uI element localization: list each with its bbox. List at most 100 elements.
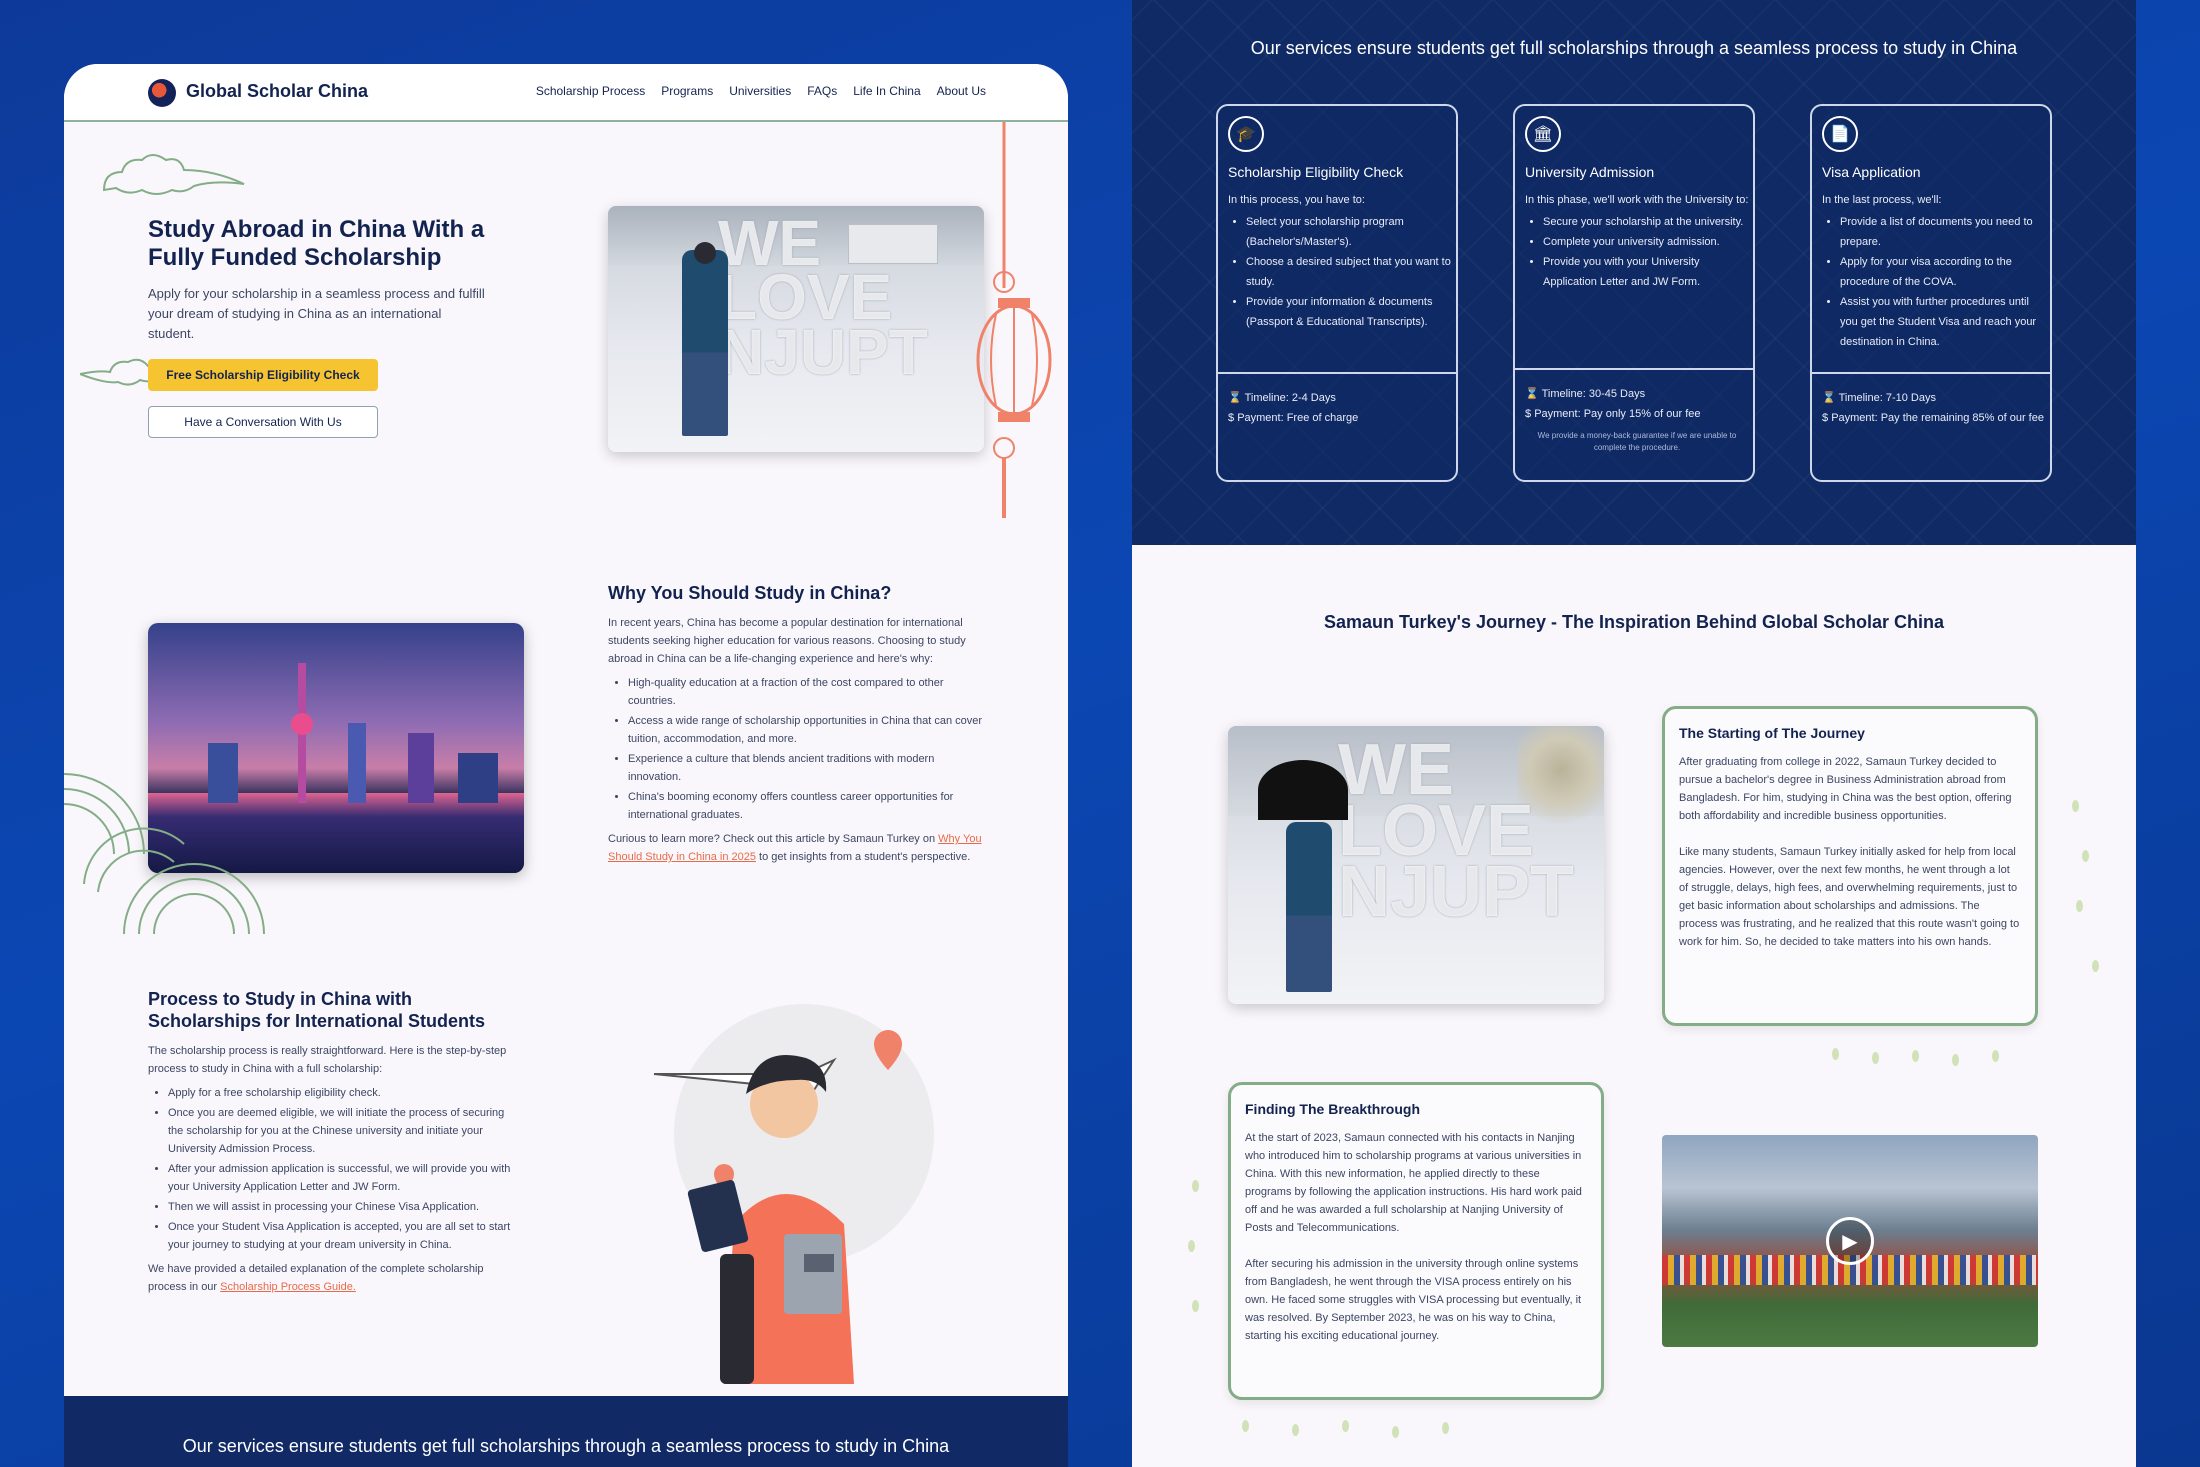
process-guide-link[interactable]: Scholarship Process Guide.: [220, 1281, 356, 1293]
card-meta: ⌛ Timeline: 30-45 Days $ Payment: Pay on…: [1525, 384, 1749, 454]
card-body: In this phase, we'll work with the Unive…: [1525, 190, 1749, 292]
paragraph: At the start of 2023, Samaun connected w…: [1245, 1132, 1582, 1234]
leaf-ornament-icon: [1832, 1048, 1839, 1060]
journey-breakthrough-card: Finding The Breakthrough At the start of…: [1228, 1082, 1604, 1400]
payment-text: Payment: Pay the remaining 85% of our fe…: [1831, 412, 2044, 424]
nav-universities[interactable]: Universities: [729, 84, 791, 98]
leaf-ornament-icon: [1192, 1300, 1199, 1312]
journey-video[interactable]: ▶: [1662, 1135, 2038, 1347]
service-card-admission: 🏛 University Admission In this phase, we…: [1513, 104, 1755, 482]
nav-about-us[interactable]: About Us: [937, 84, 986, 98]
process-body: The scholarship process is really straig…: [148, 1042, 518, 1296]
dollar-icon: $: [1228, 412, 1238, 424]
list-item: Access a wide range of scholarship oppor…: [628, 712, 988, 748]
why-bullet-list: High-quality education at a fraction of …: [628, 674, 988, 824]
nav-programs[interactable]: Programs: [661, 84, 713, 98]
list-item: Select your scholarship program (Bachelo…: [1246, 212, 1452, 252]
list-item: Secure your scholarship at the universit…: [1543, 212, 1749, 232]
brand-name[interactable]: Global Scholar China: [186, 81, 368, 102]
services-banner-text: Our services ensure students get full sc…: [182, 1436, 950, 1456]
list-item: Once your Student Visa Application is ac…: [168, 1218, 518, 1254]
home-page-panel: Global Scholar China Scholarship Process…: [64, 64, 1068, 1467]
journey-photo: WE LOVE NJUPT: [1228, 726, 1604, 1004]
card-meta: ⌛ Timeline: 7-10 Days $ Payment: Pay the…: [1822, 388, 2046, 428]
journey-title: Samaun Turkey's Journey - The Inspiratio…: [1323, 612, 1945, 632]
lantern-icon: [976, 122, 1052, 518]
dollar-icon: $: [1525, 408, 1535, 420]
list-item: After your admission application is succ…: [168, 1160, 518, 1196]
hourglass-icon: ⌛: [1228, 392, 1245, 404]
card-title: University Admission: [1525, 164, 1655, 180]
leaf-ornament-icon: [2072, 800, 2079, 812]
list-item: Experience a culture that blends ancient…: [628, 750, 988, 786]
leaf-ornament-icon: [1872, 1052, 1879, 1064]
documents-icon: 📄: [1822, 116, 1858, 152]
top-navbar: Global Scholar China Scholarship Process…: [64, 64, 1068, 122]
why-study-body: In recent years, China has become a popu…: [608, 614, 988, 866]
money-back-note: We provide a money-back guarantee if we …: [1537, 431, 1737, 452]
card-body: In this process, you have to: Select you…: [1228, 190, 1452, 332]
nav-life-in-china[interactable]: Life In China: [853, 84, 920, 98]
dollar-icon: $: [1822, 412, 1832, 424]
card-title: Scholarship Eligibility Check: [1228, 164, 1404, 180]
card-bullet-list: Secure your scholarship at the universit…: [1543, 212, 1749, 292]
process-title: Process to Study in China with Scholarsh…: [148, 989, 486, 1031]
main-menu: Scholarship Process Programs Universitie…: [536, 84, 986, 98]
timeline-text: Timeline: 7-10 Days: [1838, 392, 1936, 404]
service-card-visa: 📄 Visa Application In the last process, …: [1810, 104, 2052, 482]
timeline-text: Timeline: 2-4 Days: [1244, 392, 1336, 404]
nav-faqs[interactable]: FAQs: [807, 84, 837, 98]
list-item: Provide a list of documents you need to …: [1840, 212, 2046, 252]
card-title: The Starting of The Journey: [1679, 725, 1865, 741]
why-study-title: Why You Should Study in China?: [608, 583, 892, 603]
hero-title: Study Abroad in China With a Fully Funde…: [148, 216, 485, 271]
play-icon[interactable]: ▶: [1826, 1217, 1874, 1265]
graduation-cap-icon: 🎓: [1228, 116, 1264, 152]
process-intro: The scholarship process is really straig…: [148, 1045, 507, 1075]
why-intro: In recent years, China has become a popu…: [608, 617, 966, 665]
card-timeline: ⌛ Timeline: 30-45 Days: [1525, 384, 1749, 404]
card-intro: In this phase, we'll work with the Unive…: [1525, 194, 1749, 206]
hero-photo: WE LOVE NJUPT: [608, 206, 984, 452]
hero-lead: Apply for your scholarship in a seamless…: [148, 286, 485, 341]
card-bullet-list: Provide a list of documents you need to …: [1840, 212, 2046, 352]
card-bullet-list: Select your scholarship program (Bachelo…: [1246, 212, 1452, 332]
card-payment: $ Payment: Free of charge: [1228, 408, 1452, 428]
hourglass-icon: ⌛: [1822, 392, 1839, 404]
conversation-button[interactable]: Have a Conversation With Us: [148, 406, 378, 438]
card-meta: ⌛ Timeline: 2-4 Days $ Payment: Free of …: [1228, 388, 1452, 428]
process-outro: We have provided a detailed explanation …: [148, 1260, 518, 1296]
why-outro: Curious to learn more? Check out this ar…: [608, 830, 988, 866]
wave-ornament-icon: [64, 773, 265, 935]
leaf-ornament-icon: [1952, 1054, 1959, 1066]
paragraph: After graduating from college in 2022, S…: [1679, 756, 2012, 822]
list-item: Provide your information & documents (Pa…: [1246, 292, 1452, 332]
list-item: Apply for a free scholarship eligibility…: [168, 1084, 518, 1102]
cloud-ornament-icon: [102, 154, 245, 195]
student-illustration: [653, 1004, 934, 1384]
list-item: Complete your university admission.: [1543, 232, 1749, 252]
services-section: Our services ensure students get full sc…: [1132, 0, 2136, 545]
list-item: Once you are deemed eligible, we will in…: [168, 1104, 518, 1158]
list-item: China's booming economy offers countless…: [628, 788, 988, 824]
sculpture-text: WE LOVE NJUPT: [718, 207, 928, 388]
timeline-text: Timeline: 30-45 Days: [1541, 388, 1646, 400]
leaf-ornament-icon: [1242, 1420, 1249, 1432]
list-item: Then we will assist in processing your C…: [168, 1198, 518, 1216]
nav-scholarship-process[interactable]: Scholarship Process: [536, 84, 645, 98]
card-intro: In this process, you have to:: [1228, 194, 1365, 206]
card-timeline: ⌛ Timeline: 7-10 Days: [1822, 388, 2046, 408]
leaf-ornament-icon: [1992, 1050, 1999, 1062]
student-figure: [1286, 822, 1332, 992]
card-intro: In the last process, we'll:: [1822, 194, 1942, 206]
leaf-ornament-icon: [1442, 1422, 1449, 1434]
list-item: High-quality education at a fraction of …: [628, 674, 988, 710]
card-title: Visa Application: [1822, 164, 1921, 180]
card-body: In the last process, we'll: Provide a li…: [1822, 190, 2046, 352]
card-payment: $ Payment: Pay only 15% of our fee: [1525, 404, 1749, 424]
card-divider: [1812, 372, 2050, 374]
list-item: Choose a desired subject that you want t…: [1246, 252, 1452, 292]
logo-icon[interactable]: [148, 79, 176, 107]
process-bullet-list: Apply for a free scholarship eligibility…: [168, 1084, 518, 1254]
eligibility-check-button[interactable]: Free Scholarship Eligibility Check: [148, 359, 378, 391]
